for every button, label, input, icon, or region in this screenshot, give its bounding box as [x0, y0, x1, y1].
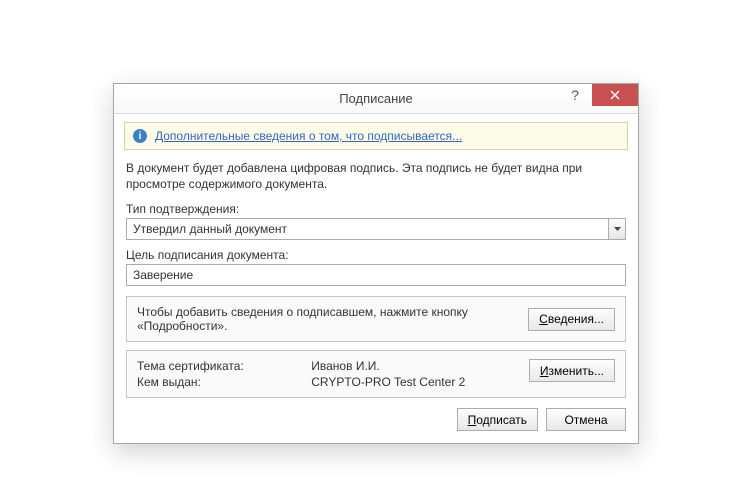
type-combo-value: Утвердил данный документ: [127, 219, 608, 239]
purpose-label: Цель подписания документа:: [126, 248, 626, 262]
details-button-rest: ведения...: [548, 312, 604, 326]
change-button[interactable]: Изменить...: [529, 359, 615, 382]
info-link[interactable]: Дополнительные сведения о том, что подпи…: [155, 129, 462, 143]
chevron-down-icon: [614, 227, 621, 231]
cert-subject-value: Иванов И.И.: [311, 359, 519, 373]
details-panel: Чтобы добавить сведения о подписавшем, н…: [126, 296, 626, 342]
titlebar: Подписание ?: [114, 84, 638, 114]
details-button[interactable]: Сведения...: [528, 308, 615, 331]
change-button-rest: зменить...: [548, 364, 604, 378]
dialog-footer: Подписать Отмена: [124, 408, 628, 433]
change-button-accel: И: [540, 364, 549, 378]
cert-subject-label: Тема сертификата:: [137, 359, 297, 373]
details-hint-text: Чтобы добавить сведения о подписавшем, н…: [137, 305, 518, 333]
help-icon: ?: [571, 87, 579, 103]
sign-button-accel: П: [468, 413, 477, 427]
details-button-accel: С: [539, 312, 548, 326]
cancel-button[interactable]: Отмена: [546, 408, 626, 431]
close-icon: [610, 90, 620, 100]
type-label: Тип подтверждения:: [126, 202, 626, 216]
cert-issuer-label: Кем выдан:: [137, 375, 297, 389]
signing-dialog: Подписание ? i Дополнительные сведения о…: [113, 83, 639, 444]
certificate-grid: Тема сертификата: Иванов И.И. Кем выдан:…: [137, 359, 519, 389]
certificate-panel: Тема сертификата: Иванов И.И. Кем выдан:…: [126, 350, 626, 398]
cert-issuer-value: CRYPTO-PRO Test Center 2: [311, 375, 519, 389]
help-button[interactable]: ?: [558, 84, 592, 106]
sign-button-rest: одписать: [476, 413, 527, 427]
type-combo-dropdown[interactable]: [608, 219, 625, 239]
window-controls: ?: [558, 84, 638, 114]
close-button[interactable]: [592, 84, 638, 106]
dialog-body: i Дополнительные сведения о том, что под…: [114, 114, 638, 443]
sign-button[interactable]: Подписать: [457, 408, 538, 431]
change-button-wrap: Изменить...: [529, 359, 615, 389]
info-icon: i: [133, 129, 147, 143]
info-bar: i Дополнительные сведения о том, что под…: [124, 122, 628, 150]
type-combo[interactable]: Утвердил данный документ: [126, 218, 626, 240]
description-text: В документ будет добавлена цифровая подп…: [126, 160, 626, 192]
purpose-input[interactable]: Заверение: [126, 264, 626, 286]
